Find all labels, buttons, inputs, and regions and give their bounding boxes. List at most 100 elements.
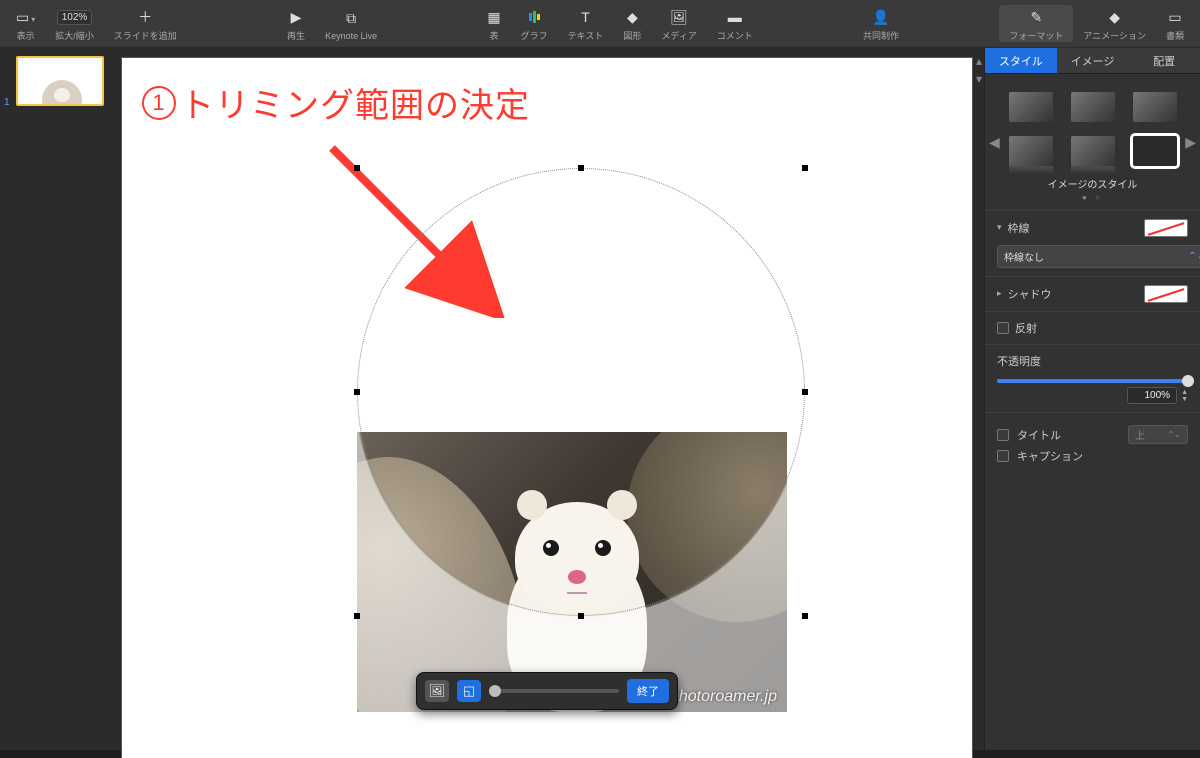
resize-handle-mid-left[interactable] bbox=[354, 389, 360, 395]
text-icon: T bbox=[581, 7, 590, 27]
crop-zoom-knob[interactable] bbox=[489, 685, 501, 697]
mask-selection-frame[interactable] bbox=[357, 168, 805, 616]
style-swatch-1[interactable] bbox=[1009, 92, 1053, 122]
style-next-icon[interactable]: ▶ bbox=[1185, 134, 1196, 151]
view-label: 表示 bbox=[17, 29, 35, 42]
media-icon: 🖼 bbox=[670, 7, 688, 27]
crop-mode-mask-button[interactable]: ◱ bbox=[457, 680, 481, 702]
crop-mode-image-button[interactable]: 🖼 bbox=[425, 680, 449, 702]
title-caption-section: タイトル 上 ⌃⌄ キャプション bbox=[985, 412, 1200, 476]
opacity-slider[interactable] bbox=[997, 379, 1188, 383]
title-position-select[interactable]: 上 ⌃⌄ bbox=[1128, 425, 1188, 444]
resize-handle-bottom-left[interactable] bbox=[354, 613, 360, 619]
shadow-style-swatch[interactable] bbox=[1144, 285, 1188, 303]
shape-icon: ◆ bbox=[627, 7, 638, 27]
style-swatch-6-selected[interactable] bbox=[1133, 136, 1177, 166]
shadow-row: シャドウ bbox=[985, 276, 1200, 311]
border-style-swatch[interactable] bbox=[1144, 219, 1188, 237]
broadcast-icon: ⧉ bbox=[346, 9, 356, 29]
style-swatch-5[interactable] bbox=[1071, 136, 1115, 166]
resize-handle-top-right[interactable] bbox=[802, 165, 808, 171]
border-row: 枠線 bbox=[985, 210, 1200, 245]
slide-thumbnail-1[interactable]: 1 bbox=[6, 56, 104, 106]
resize-handle-bottom-mid[interactable] bbox=[578, 613, 584, 619]
slide-thumbnail-image bbox=[16, 56, 104, 106]
resize-handle-top-left[interactable] bbox=[354, 165, 360, 171]
format-brush-icon: ✎ bbox=[1030, 7, 1042, 27]
zoom-label: 拡大/縮小 bbox=[55, 29, 94, 42]
image-watermark: photoroamer.jp bbox=[670, 688, 777, 706]
mask-circle-outline bbox=[357, 168, 805, 616]
comment-label: コメント bbox=[717, 29, 753, 42]
opacity-section: 不透明度 100% ▲▼ bbox=[985, 344, 1200, 412]
view-menu-button[interactable]: ▭ 表示 bbox=[6, 5, 45, 42]
insert-comment-button[interactable]: ▬ コメント bbox=[707, 5, 763, 42]
title-label: タイトル bbox=[1017, 427, 1061, 443]
crop-zoom-slider[interactable] bbox=[489, 689, 619, 693]
opacity-value-field[interactable]: 100% bbox=[1127, 387, 1177, 404]
collaborate-icon: 👤 bbox=[872, 7, 889, 27]
chevron-updown-icon: ⌃⌄ bbox=[1188, 251, 1200, 262]
image-style-picker: ◀ ▶ イメージのスタイル ● ○ bbox=[985, 74, 1200, 210]
add-slide-button[interactable]: ＋ スライドを追加 bbox=[104, 5, 187, 42]
animate-inspector-button[interactable]: ◆ アニメーション bbox=[1073, 5, 1156, 42]
insert-text-button[interactable]: T テキスト bbox=[558, 5, 614, 42]
reflection-row: 反射 bbox=[985, 311, 1200, 344]
inspector-tab-style[interactable]: スタイル bbox=[985, 48, 1057, 74]
insert-shape-button[interactable]: ◆ 図形 bbox=[613, 5, 651, 42]
title-checkbox[interactable] bbox=[997, 429, 1009, 441]
comment-icon: ▬ bbox=[728, 7, 742, 27]
resize-handle-mid-right[interactable] bbox=[802, 389, 808, 395]
scroll-up-icon[interactable]: ▴ bbox=[976, 54, 982, 68]
add-slide-label: スライドを追加 bbox=[114, 29, 177, 42]
inspector-tab-image[interactable]: イメージ bbox=[1057, 48, 1129, 74]
chart-label: グラフ bbox=[521, 29, 548, 42]
reflection-checkbox[interactable] bbox=[997, 322, 1009, 334]
format-inspector: スタイル イメージ 配置 ◀ ▶ イメージのスタイル ● ○ 枠線 枠線 bbox=[984, 48, 1200, 750]
insert-chart-button[interactable]: グラフ bbox=[511, 5, 558, 42]
resize-handle-bottom-right[interactable] bbox=[802, 613, 808, 619]
slide-canvas-area: ▴ ▾ 1 トリミング範囲の決定 photoroamer.jp bbox=[110, 48, 984, 750]
crop-done-button[interactable]: 終了 bbox=[627, 679, 669, 703]
play-button[interactable]: ▶ 再生 bbox=[277, 5, 315, 42]
border-label: 枠線 bbox=[1008, 220, 1030, 236]
annotation-text: トリミング範囲の決定 bbox=[180, 78, 530, 127]
document-inspector-button[interactable]: ▭ 書類 bbox=[1156, 5, 1194, 42]
style-swatch-3[interactable] bbox=[1133, 92, 1177, 122]
slide-navigator: 1 bbox=[0, 48, 110, 750]
zoom-button[interactable]: 102% 拡大/縮小 bbox=[45, 5, 104, 42]
animate-icon: ◆ bbox=[1109, 7, 1120, 27]
border-disclosure-icon[interactable] bbox=[997, 222, 1002, 233]
border-type-value: 枠線なし bbox=[1004, 249, 1044, 264]
style-swatch-4[interactable] bbox=[1009, 136, 1053, 166]
keynote-live-label: Keynote Live bbox=[325, 31, 377, 41]
annotation-index: 1 bbox=[142, 86, 176, 120]
reflection-label: 反射 bbox=[1015, 320, 1037, 336]
inspector-tab-arrange[interactable]: 配置 bbox=[1128, 48, 1200, 74]
annotation-heading: 1 トリミング範囲の決定 bbox=[142, 78, 530, 127]
style-section-title: イメージのスタイル bbox=[1007, 176, 1178, 191]
keynote-live-button[interactable]: ⧉ Keynote Live bbox=[315, 5, 387, 42]
collaborate-button[interactable]: 👤 共同制作 bbox=[853, 5, 909, 42]
border-type-select[interactable]: 枠線なし ⌃⌄ bbox=[997, 245, 1200, 268]
caption-checkbox[interactable] bbox=[997, 450, 1009, 462]
resize-handle-top-mid[interactable] bbox=[578, 165, 584, 171]
chevron-updown-icon: ⌃⌄ bbox=[1168, 430, 1181, 439]
zoom-value: 102% bbox=[57, 10, 93, 25]
plus-icon: ＋ bbox=[138, 7, 152, 27]
opacity-stepper[interactable]: ▲▼ bbox=[1181, 389, 1188, 403]
style-swatch-2[interactable] bbox=[1071, 92, 1115, 122]
scroll-down-icon[interactable]: ▾ bbox=[976, 72, 982, 86]
opacity-slider-knob[interactable] bbox=[1182, 375, 1194, 387]
shadow-disclosure-icon[interactable] bbox=[997, 288, 1002, 299]
slide[interactable]: 1 トリミング範囲の決定 photoroamer.jp bbox=[122, 58, 972, 758]
document-icon: ▭ bbox=[1168, 7, 1181, 27]
table-icon: ▦ bbox=[487, 7, 500, 27]
format-inspector-button[interactable]: ✎ フォーマット bbox=[999, 5, 1073, 42]
insert-media-button[interactable]: 🖼 メディア bbox=[651, 5, 706, 42]
style-page-dots: ● ○ bbox=[1007, 193, 1178, 202]
insert-table-button[interactable]: ▦ 表 bbox=[477, 5, 510, 42]
style-prev-icon[interactable]: ◀ bbox=[989, 134, 1000, 151]
document-label: 書類 bbox=[1166, 29, 1184, 42]
opacity-label: 不透明度 bbox=[997, 353, 1188, 369]
